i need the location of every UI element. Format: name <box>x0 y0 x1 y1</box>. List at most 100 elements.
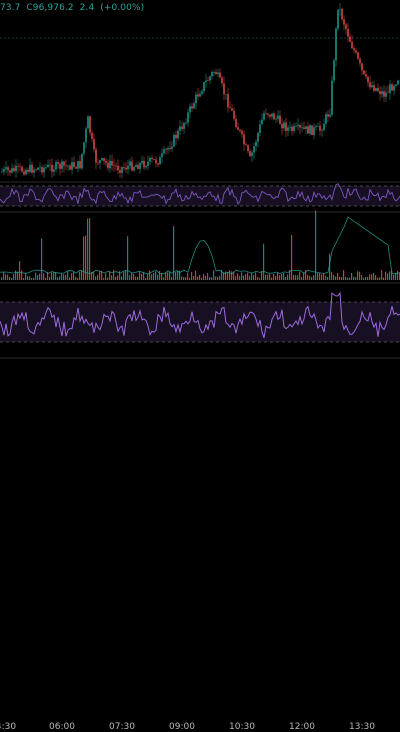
candle-body <box>181 126 183 129</box>
volume-bar <box>229 270 231 280</box>
volume-bar <box>247 272 249 280</box>
candle-body <box>169 147 171 149</box>
volume-bar <box>395 273 397 280</box>
candle-body <box>49 164 51 166</box>
candle-body <box>13 168 15 172</box>
volume-bar <box>135 276 137 280</box>
candle-body <box>111 161 113 166</box>
candle-body <box>337 9 339 29</box>
candle-body <box>383 91 385 97</box>
candle-body <box>81 153 83 169</box>
oscillator-pane-1[interactable] <box>0 183 400 207</box>
candle-body <box>395 84 397 86</box>
volume-bar <box>75 276 77 280</box>
candle-body <box>207 80 209 82</box>
candle-body <box>285 122 287 131</box>
candle-body <box>265 113 267 114</box>
candle-body <box>217 72 219 75</box>
time-axis[interactable]: 4:30 06:00 07:30 09:00 10:30 12:00 13:30 <box>0 358 400 732</box>
candle-body <box>211 72 213 77</box>
oscillator-pane-2[interactable] <box>0 291 400 343</box>
candle-body <box>275 118 277 120</box>
candle-body <box>347 28 349 37</box>
candle-body <box>59 163 61 169</box>
volume-bar <box>191 271 193 280</box>
volume-bar <box>97 274 99 280</box>
chart-area[interactable] <box>0 0 400 400</box>
candle-body <box>307 126 309 134</box>
candle-body <box>57 162 59 164</box>
volume-bar <box>249 275 251 280</box>
volume-bar <box>293 275 295 280</box>
volume-bar <box>145 277 147 280</box>
volume-bar <box>333 274 335 280</box>
volume-bar <box>131 272 133 280</box>
candle-body <box>109 161 111 169</box>
oscillator-2-band <box>0 302 400 342</box>
candle-body <box>151 157 153 160</box>
candle-body <box>215 72 217 75</box>
candle-body <box>137 165 139 169</box>
volume-pane[interactable] <box>0 210 400 280</box>
volume-bar <box>19 261 21 280</box>
candle-body <box>241 130 243 135</box>
volume-bar <box>231 271 233 280</box>
candle-body <box>385 92 387 97</box>
volume-bar <box>199 274 201 280</box>
volume-bar <box>245 274 247 280</box>
volume-bar <box>257 277 259 280</box>
candle-body <box>331 80 333 115</box>
volume-bar <box>319 273 321 280</box>
candle-body <box>209 76 211 81</box>
volume-bar <box>311 276 313 280</box>
volume-bar <box>275 275 277 280</box>
candle-body <box>155 159 157 164</box>
candle-body <box>391 84 393 91</box>
volume-bar <box>357 271 359 280</box>
volume-bar <box>3 271 5 280</box>
volume-bar <box>371 274 373 280</box>
candle-body <box>31 164 33 173</box>
candle-body <box>311 125 313 135</box>
volume-bar <box>89 218 91 280</box>
candle-body <box>161 153 163 158</box>
volume-bar <box>149 270 151 280</box>
volume-bar <box>127 236 129 280</box>
candle-body <box>355 50 357 53</box>
candle-body <box>21 166 23 172</box>
volume-bar <box>339 276 341 280</box>
volume-bar <box>365 276 367 280</box>
candle-body <box>229 107 231 109</box>
candle-body <box>279 115 281 125</box>
candle-body <box>251 152 253 157</box>
candle-body <box>103 158 105 161</box>
candle-body <box>25 169 27 175</box>
candle-body <box>321 130 323 132</box>
candle-body <box>197 94 199 97</box>
volume-bar <box>53 272 55 280</box>
volume-bar <box>321 274 323 280</box>
volume-bar <box>341 277 343 280</box>
ohlc-partial-value: 73.7 <box>0 3 21 13</box>
candle-body <box>91 132 93 139</box>
price-pane[interactable] <box>0 3 400 178</box>
volume-bar <box>209 277 211 280</box>
candle-body <box>187 112 189 123</box>
candle-body <box>343 19 345 25</box>
volume-bar <box>331 271 333 280</box>
candle-body <box>115 165 117 167</box>
volume-bar <box>83 236 85 280</box>
candle-body <box>195 94 197 104</box>
candle-body <box>397 80 399 85</box>
candle-body <box>189 106 191 113</box>
candle-body <box>341 8 343 20</box>
volume-bar <box>43 273 45 280</box>
volume-bar <box>69 277 71 280</box>
volume-bar <box>23 277 25 280</box>
candle-body <box>75 167 77 169</box>
candle-body <box>363 70 365 75</box>
candle-body <box>107 162 109 169</box>
candle-body <box>273 113 275 120</box>
volume-bar <box>57 277 59 280</box>
volume-bar <box>45 277 47 280</box>
